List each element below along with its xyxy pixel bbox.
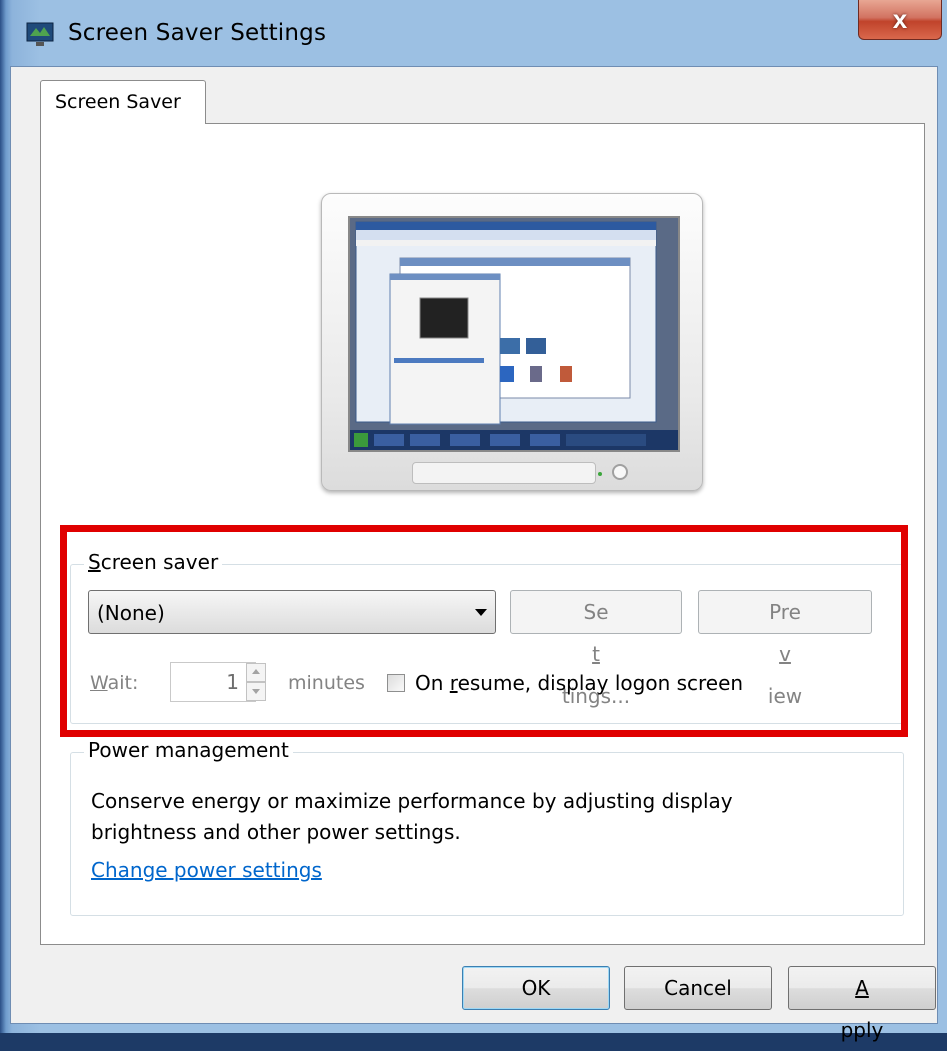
desktop-thumbnail [350,218,678,450]
wait-decrease-button[interactable] [246,682,266,701]
close-button[interactable]: x [858,0,942,40]
apply-button[interactable]: Apply [788,966,936,1042]
screen-saver-app-icon [26,22,54,46]
wait-increase-button[interactable] [246,663,266,682]
wait-minutes-input[interactable]: 1 [170,662,256,702]
settings-button[interactable]: Se t tings... [510,590,682,708]
resume-logon-label[interactable]: On resume, display logon screen [415,671,743,695]
cancel-button[interactable]: Cancel [624,966,772,1010]
ok-button[interactable]: OK [462,966,610,1010]
change-power-settings-link[interactable]: Change power settings [91,858,322,882]
monitor-preview-icon [321,193,703,491]
wait-label: Wait: [90,672,139,694]
minutes-label: minutes [288,672,365,694]
power-button-icon [612,464,628,480]
monitor-screen [348,216,680,452]
screen-saver-legend: Screen saver [84,550,223,574]
power-description: Conserve energy or maximize performance … [91,789,733,844]
power-led-icon [598,472,602,476]
resume-logon-checkbox[interactable] [387,674,405,692]
selected-screen-saver: (None) [97,601,165,625]
dialog-window: Screen Saver Settings x Screen Saver Scr… [0,0,947,1042]
tab-screen-saver[interactable]: Screen Saver [40,80,206,124]
monitor-stand-slot [412,462,596,484]
chevron-down-icon [475,609,487,616]
window-title: Screen Saver Settings [68,20,327,46]
title-bar[interactable]: Screen Saver Settings x [0,0,947,66]
power-management-legend: Power management [84,738,293,762]
close-icon: x [892,4,908,34]
screen-saver-dropdown[interactable]: (None) [88,590,496,634]
tab-label: Screen Saver [55,91,181,113]
preview-button[interactable]: Pre v iew [698,590,872,708]
